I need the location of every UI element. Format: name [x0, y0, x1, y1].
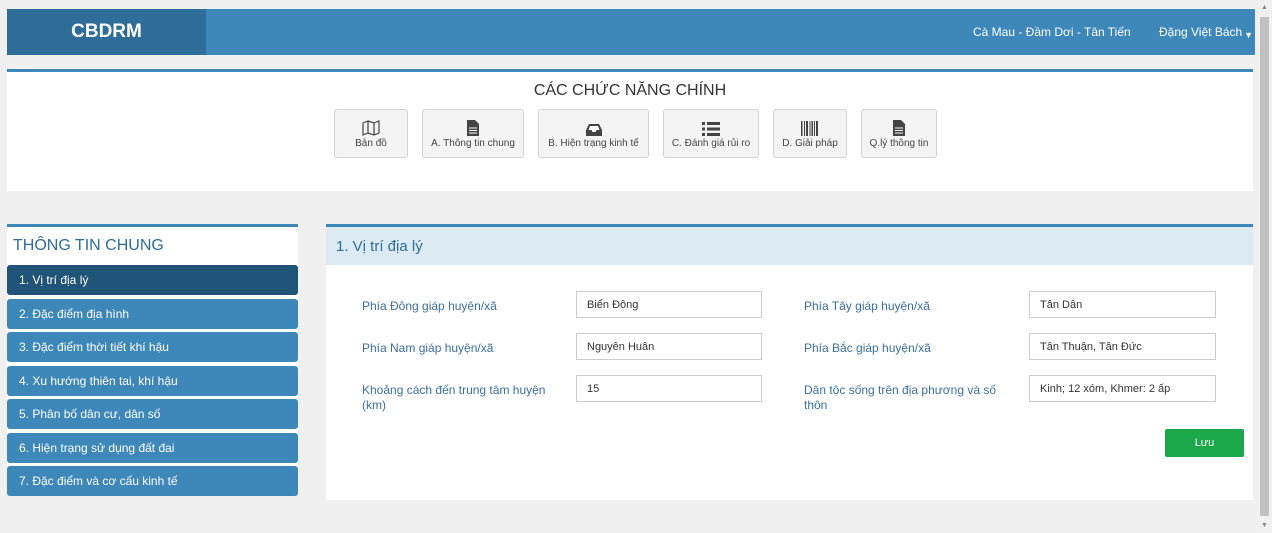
sidebar: THÔNG TIN CHUNG 1. Vị trí địa lý 2. Đặc … [7, 224, 298, 496]
ethnic-groups-input[interactable] [1029, 375, 1216, 402]
function-buttons: Bản đồ A. Thông tin chung B. Hiện trạng … [334, 109, 951, 158]
map-icon [362, 118, 380, 136]
scroll-up-icon[interactable]: ▲ [1257, 0, 1272, 15]
distance-label: Khoảng cách đến trung tâm huyện (km) [362, 383, 546, 412]
save-button[interactable]: Lưu [1165, 429, 1244, 457]
inbox-icon [585, 118, 602, 136]
sidebar-item-disaster-trends[interactable]: 4. Xu hướng thiên tai, khí hậu [7, 366, 298, 396]
list-icon [702, 118, 720, 136]
location-selector[interactable]: Cà Mau - Đầm Dơi - Tân Tiến [973, 9, 1131, 55]
economic-status-label: B. Hiện trạng kinh tế [548, 138, 639, 149]
north-border-label: Phía Bắc giáp huyện/xã [804, 341, 931, 355]
sidebar-item-land-use[interactable]: 6. Hiện trạng sử dụng đất đai [7, 433, 298, 463]
caret-down-icon: ▼ [1244, 29, 1254, 40]
risk-assessment-label: C. Đánh giá rủi ro [671, 138, 751, 149]
barcode-icon [801, 118, 819, 136]
top-navbar: CBDRM Cà Mau - Đầm Dơi - Tân Tiến Đặng V… [7, 9, 1255, 55]
general-info-button[interactable]: A. Thông tin chung [422, 109, 524, 158]
user-menu[interactable]: Đặng Việt Bách ▼ [1159, 9, 1253, 55]
south-border-label: Phía Nam giáp huyện/xã [362, 341, 494, 355]
file-icon [893, 118, 905, 136]
general-info-label: A. Thông tin chung [431, 138, 515, 149]
solution-label: D. Giải pháp [782, 138, 838, 149]
map-button-label: Bản đồ [355, 138, 387, 149]
west-border-label: Phía Tây giáp huyện/xã [804, 299, 930, 313]
sidebar-title: THÔNG TIN CHUNG [13, 236, 164, 254]
risk-assessment-button[interactable]: C. Đánh giá rủi ro [663, 109, 759, 158]
sidebar-item-terrain[interactable]: 2. Đặc điểm địa hình [7, 299, 298, 329]
east-border-label: Phía Đông giáp huyện/xã [362, 299, 497, 313]
ethnic-groups-label: Dân tộc sống trên địa phương và số thôn [804, 383, 997, 412]
distance-input[interactable] [576, 375, 762, 402]
info-management-button[interactable]: Q.lý thông tin [861, 109, 937, 158]
brand-logo[interactable]: CBDRM [7, 9, 206, 55]
sidebar-item-population[interactable]: 5. Phân bố dân cư, dân số [7, 399, 298, 429]
scroll-down-icon[interactable]: ▼ [1257, 518, 1272, 533]
info-management-label: Q.lý thông tin [869, 138, 929, 149]
west-border-input[interactable] [1029, 291, 1216, 318]
solution-button[interactable]: D. Giải pháp [773, 109, 847, 158]
north-border-input[interactable] [1029, 333, 1216, 360]
user-name: Đặng Việt Bách [1159, 25, 1243, 39]
sidebar-item-economy[interactable]: 7. Đặc điểm và cơ cấu kinh tế [7, 466, 298, 496]
sidebar-item-location[interactable]: 1. Vị trí địa lý [7, 265, 298, 295]
scroll-thumb[interactable] [1260, 17, 1269, 516]
sidebar-item-climate[interactable]: 3. Đặc điểm thời tiết khí hậu [7, 332, 298, 362]
main-functions-panel: CÁC CHỨC NĂNG CHÍNH Bản đồ A. Thông tin … [7, 69, 1253, 191]
economic-status-button[interactable]: B. Hiện trạng kinh tế [538, 109, 649, 158]
south-border-input[interactable] [576, 333, 762, 360]
file-icon [467, 118, 479, 136]
map-button[interactable]: Bản đồ [334, 109, 408, 158]
east-border-input[interactable] [576, 291, 762, 318]
content-title: 1. Vị trí địa lý [326, 227, 1253, 265]
content-panel: 1. Vị trí địa lý Phía Đông giáp huyện/xã… [326, 224, 1253, 500]
page-scrollbar[interactable]: ▲ ▼ [1257, 0, 1272, 533]
main-functions-title: CÁC CHỨC NĂNG CHÍNH [533, 82, 727, 99]
